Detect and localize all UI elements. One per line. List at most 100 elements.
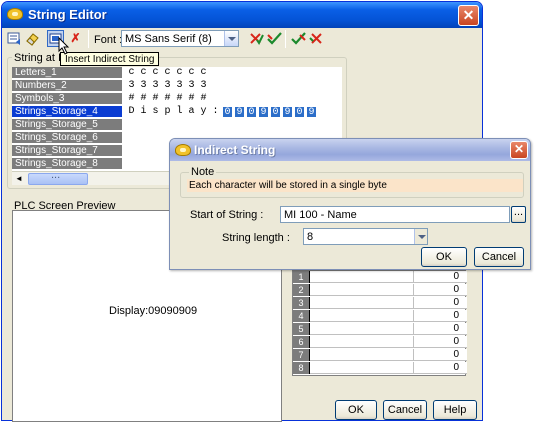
indirect-string-char-cell[interactable]: 9	[306, 106, 317, 118]
string-char-cell[interactable]: 3	[198, 80, 209, 92]
string-char-cell[interactable]: c	[198, 67, 209, 79]
table-row[interactable]: 80	[293, 362, 467, 374]
string-char-cell[interactable]: #	[174, 93, 185, 105]
row-header-strings-storage-8[interactable]: Strings_Storage_8	[12, 158, 122, 170]
insert-indirect-string-tooltip: Insert Indirect String	[60, 52, 160, 66]
string-char-cell[interactable]: c	[174, 67, 185, 79]
font-green-check-icon[interactable]	[266, 30, 283, 47]
string-char-cell[interactable]: :	[210, 106, 221, 118]
row-header-numbers-2[interactable]: Numbers_2	[12, 80, 122, 92]
string-char-cell[interactable]: c	[150, 67, 161, 79]
string-char-cell[interactable]: i	[138, 106, 149, 118]
eraser-icon[interactable]	[24, 30, 41, 47]
row-index: 5	[293, 323, 310, 335]
string-char-cell[interactable]: D	[126, 106, 137, 118]
string-char-cell[interactable]: #	[162, 93, 173, 105]
title-bar[interactable]: String Editor ✕	[2, 2, 482, 28]
string-char-cell[interactable]: l	[174, 106, 185, 118]
dialog-app-icon	[175, 144, 191, 156]
table-row[interactable]: 20	[293, 284, 467, 296]
dialog-cancel-button[interactable]: Cancel	[474, 247, 524, 267]
row-value[interactable]: 0	[413, 310, 463, 322]
close-button[interactable]: ✕	[458, 5, 479, 26]
row-value[interactable]: 0	[413, 336, 463, 348]
dialog-title-bar[interactable]: Indirect String ✕	[170, 139, 530, 161]
string-length-select[interactable]: 8	[303, 228, 428, 245]
chevron-down-icon[interactable]	[224, 31, 238, 46]
string-char-cell[interactable]: p	[162, 106, 173, 118]
indirect-string-char-cell[interactable]: 0	[222, 106, 233, 118]
string-char-cell[interactable]: 3	[174, 80, 185, 92]
dialog-close-button[interactable]: ✕	[510, 141, 528, 159]
indirect-string-char-cell[interactable]: 9	[258, 106, 269, 118]
table-row[interactable]: 70	[293, 349, 467, 361]
indirect-string-char-cell[interactable]: 9	[234, 106, 245, 118]
scroll-left-icon[interactable]: ◄	[13, 173, 25, 185]
row-header-strings-storage-5[interactable]: Strings_Storage_5	[12, 119, 122, 131]
table-row[interactable]: 10	[293, 271, 467, 283]
ok-button[interactable]: OK	[335, 400, 377, 420]
row-value[interactable]: 0	[413, 362, 463, 374]
string-char-cell[interactable]: y	[198, 106, 209, 118]
string-char-cell[interactable]: c	[138, 67, 149, 79]
string-char-cell[interactable]: c	[126, 67, 137, 79]
string-char-cell[interactable]: a	[186, 106, 197, 118]
string-length-label: String length :	[222, 232, 290, 244]
row-header-strings-storage-6[interactable]: Strings_Storage_6	[12, 132, 122, 144]
string-char-cell[interactable]: s	[150, 106, 161, 118]
accept-green-icon[interactable]	[290, 30, 307, 47]
string-char-cell[interactable]: c	[186, 67, 197, 79]
row-index: 4	[293, 310, 310, 322]
row-header-strings-storage-4[interactable]: Strings_Storage_4	[12, 106, 122, 118]
string-char-cell[interactable]: 3	[126, 80, 137, 92]
row-value[interactable]: 0	[413, 271, 463, 283]
table-row[interactable]: 60	[293, 336, 467, 348]
table-row[interactable]: 40	[293, 310, 467, 322]
table-row[interactable]: 50	[293, 323, 467, 335]
string-char-cell[interactable]: #	[150, 93, 161, 105]
help-button[interactable]: Help	[433, 400, 477, 420]
string-char-cell[interactable]: #	[126, 93, 137, 105]
browse-button[interactable]: ...	[511, 206, 526, 223]
string-char-cell[interactable]: 3	[162, 80, 173, 92]
string-char-cell[interactable]: #	[138, 93, 149, 105]
dialog-title: Indirect String	[194, 143, 276, 157]
chevron-down-icon[interactable]	[414, 229, 427, 244]
string-char-cell[interactable]: 3	[138, 80, 149, 92]
row-value[interactable]: 0	[413, 323, 463, 335]
string-char-cell[interactable]: 3	[150, 80, 161, 92]
row-value[interactable]: 0	[413, 349, 463, 361]
row-index: 8	[293, 362, 310, 374]
row-index: 6	[293, 336, 310, 348]
row-header-symbols-3[interactable]: Symbols_3	[12, 93, 122, 105]
indirect-string-char-cell[interactable]: 0	[294, 106, 305, 118]
open-icon[interactable]	[6, 30, 23, 47]
font-select[interactable]: MS Sans Serif (8)	[121, 30, 239, 47]
cancel-button[interactable]: Cancel	[383, 400, 427, 420]
mouse-cursor-icon	[58, 36, 70, 58]
string-char-cell[interactable]: #	[186, 93, 197, 105]
byte-table[interactable]: 1020304050607080	[292, 270, 467, 376]
table-row[interactable]: 30	[293, 297, 467, 309]
scroll-thumb[interactable]	[28, 169, 88, 185]
indirect-string-char-cell[interactable]: 0	[246, 106, 257, 118]
preview-text: Display:09090909	[109, 305, 198, 317]
accept-red-icon[interactable]	[308, 30, 325, 47]
font-label: Font :	[94, 34, 123, 46]
start-of-string-input[interactable]: MI 100 - Name	[280, 206, 510, 223]
font-red-check-icon[interactable]	[248, 30, 265, 47]
indirect-string-char-cell[interactable]: 0	[270, 106, 281, 118]
string-char-cell[interactable]: 3	[186, 80, 197, 92]
start-of-string-value: MI 100 - Name	[284, 209, 357, 221]
indirect-string-char-cell[interactable]: 9	[282, 106, 293, 118]
row-value[interactable]: 0	[413, 297, 463, 309]
row-index: 2	[293, 284, 310, 296]
toolbar-separator	[88, 30, 89, 48]
string-char-cell[interactable]: #	[198, 93, 209, 105]
row-header-strings-storage-7[interactable]: Strings_Storage_7	[12, 145, 122, 157]
row-header-letters-1[interactable]: Letters_1	[12, 67, 122, 79]
string-char-cell[interactable]: c	[162, 67, 173, 79]
dialog-ok-button[interactable]: OK	[421, 247, 467, 267]
row-value[interactable]: 0	[413, 284, 463, 296]
string-length-value: 8	[307, 231, 314, 243]
